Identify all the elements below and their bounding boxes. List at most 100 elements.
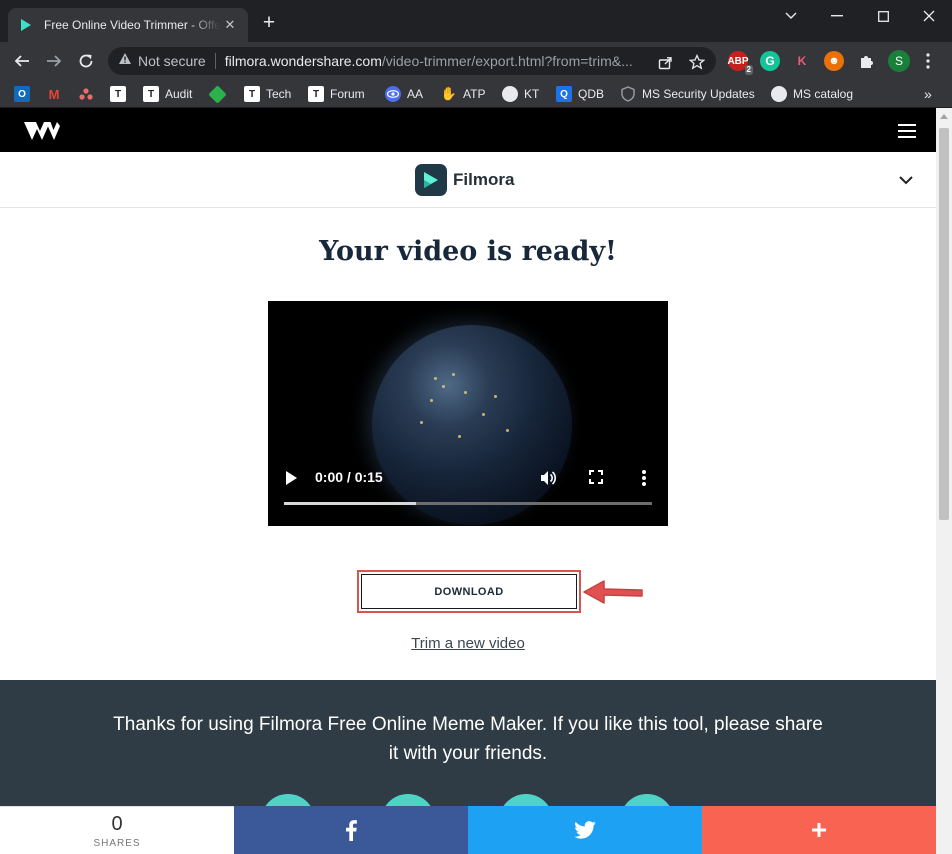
bookmark-tech[interactable]: T Tech [244, 85, 291, 103]
city-light [506, 429, 509, 432]
bookmark-ms-catalog[interactable]: MS catalog [771, 85, 853, 103]
qdb-icon: Q [556, 86, 572, 102]
share-page-icon[interactable] [656, 53, 674, 71]
url-path: /video-trimmer/export.html?from=trim&... [381, 53, 633, 69]
security-status[interactable]: Not secure [138, 53, 206, 69]
bookmark-t-icon: T [308, 86, 324, 102]
page-viewport: Filmora Your video is ready! 0:00 / 0:15 [0, 108, 936, 854]
k-extension-icon[interactable]: K [792, 51, 812, 71]
forward-icon[interactable] [43, 50, 65, 72]
city-light [494, 395, 497, 398]
maximize-icon[interactable] [872, 6, 894, 26]
brand-name: Filmora [453, 170, 515, 189]
profile-avatar[interactable]: S [888, 50, 910, 72]
bookmark-label: Tech [266, 87, 292, 101]
bookmark-kt[interactable]: KT [502, 85, 539, 103]
fullscreen-icon[interactable] [588, 469, 604, 485]
new-tab-button[interactable]: + [258, 12, 280, 35]
filmora-brand[interactable]: Filmora [415, 164, 514, 196]
scroll-up-icon[interactable] [940, 114, 948, 119]
url-host: filmora.wondershare.com [224, 53, 382, 69]
reload-icon[interactable] [75, 50, 97, 72]
tab-search-icon[interactable] [780, 6, 802, 26]
city-light [482, 413, 485, 416]
video-player[interactable]: 0:00 / 0:15 [268, 301, 668, 526]
bookmark-outlook[interactable]: O [14, 85, 30, 103]
bookmark-t-icon: T [110, 86, 126, 102]
more-share-button[interactable] [702, 806, 936, 854]
video-progress-fill [284, 502, 417, 505]
twitter-share-button[interactable] [468, 806, 702, 854]
bookmark-asana[interactable] [78, 85, 94, 103]
footer-message: Thanks for using Filmora Free Online Mem… [113, 714, 823, 764]
city-light [430, 399, 433, 402]
bookmark-gmail[interactable]: M [46, 85, 62, 103]
close-tab-icon[interactable]: ✕ [222, 17, 238, 33]
city-light [420, 421, 423, 424]
adblock-extension-icon[interactable]: ABP 2 [727, 51, 753, 75]
bookmark-t1[interactable]: T [110, 85, 126, 103]
shield-icon [620, 86, 636, 102]
bookmark-ms-security[interactable]: MS Security Updates [620, 85, 755, 103]
scrollbar-thumb[interactable] [939, 128, 949, 520]
city-light [458, 435, 461, 438]
more-bookmarks-button[interactable]: » [924, 85, 932, 103]
bookmark-label: MS Security Updates [642, 87, 755, 101]
video-progress-bar[interactable] [284, 502, 652, 505]
grammarly-extension-icon[interactable]: G [760, 51, 780, 71]
bookmark-aa[interactable]: AA [385, 85, 423, 103]
hamburger-menu-icon[interactable] [898, 124, 916, 138]
volume-icon[interactable] [539, 469, 557, 487]
bookmarks-bar: O M T T Audit T Tech T Forum AA ✋ ATP KT [0, 80, 952, 108]
earth-thumbnail [372, 325, 572, 525]
chrome-menu-icon[interactable] [918, 51, 938, 71]
bookmark-label: ATP [463, 87, 486, 101]
monkey-extension-icon[interactable]: ☻ [824, 51, 844, 71]
close-window-icon[interactable] [918, 6, 940, 26]
browser-tab[interactable]: Free Online Video Trimmer - Offer ✕ [8, 8, 248, 42]
back-icon[interactable] [11, 50, 33, 72]
bookmark-label: KT [524, 87, 540, 101]
minimize-icon[interactable] [826, 6, 848, 26]
video-time: 0:00 / 0:15 [315, 469, 383, 485]
bookmark-label: Forum [330, 87, 365, 101]
download-button[interactable]: DOWNLOAD [361, 574, 577, 609]
pointer-arrow-icon [583, 580, 643, 604]
download-highlight: DOWNLOAD [357, 570, 581, 613]
share-count-number: 0 [111, 813, 123, 835]
share-count-label: SHARES [93, 838, 141, 849]
bookmark-atp[interactable]: ✋ ATP [441, 85, 486, 103]
asana-icon [78, 86, 94, 102]
trim-new-video-link[interactable]: Trim a new video [0, 635, 936, 652]
wondershare-logo-icon[interactable] [24, 122, 60, 145]
outlook-icon: O [14, 86, 30, 102]
bookmark-star-icon[interactable] [688, 53, 706, 71]
warning-icon[interactable] [118, 52, 132, 70]
bookmark-label: MS catalog [793, 87, 854, 101]
extensions-puzzle-icon[interactable] [856, 51, 876, 71]
chevron-down-icon[interactable] [898, 172, 914, 188]
address-bar[interactable]: Not secure filmora.wondershare.com /vide… [108, 47, 716, 75]
wondershare-header [0, 108, 936, 152]
filmora-nav: Filmora [0, 152, 936, 208]
bookmark-qdb[interactable]: Q QDB [556, 85, 604, 103]
bookmark-feedly[interactable] [208, 84, 227, 104]
globe-icon [771, 86, 787, 102]
video-options-icon[interactable] [638, 469, 650, 487]
play-icon[interactable] [286, 471, 297, 485]
eye-icon [385, 86, 401, 102]
page-scrollbar[interactable] [936, 108, 952, 854]
bookmark-t-icon: T [143, 86, 159, 102]
city-light [434, 377, 437, 380]
omnibox-divider [214, 53, 216, 69]
bookmark-forum[interactable]: T Forum [308, 85, 365, 103]
adblock-badge: 2 [744, 65, 753, 75]
city-light [464, 391, 467, 394]
facebook-icon [346, 820, 357, 841]
bookmark-audit[interactable]: T Audit [143, 85, 192, 103]
twitter-icon [574, 821, 596, 839]
plus-icon [812, 823, 826, 837]
browser-toolbar: Not secure filmora.wondershare.com /vide… [0, 42, 952, 80]
share-counter: 0 SHARES [0, 806, 234, 854]
facebook-share-button[interactable] [234, 806, 468, 854]
